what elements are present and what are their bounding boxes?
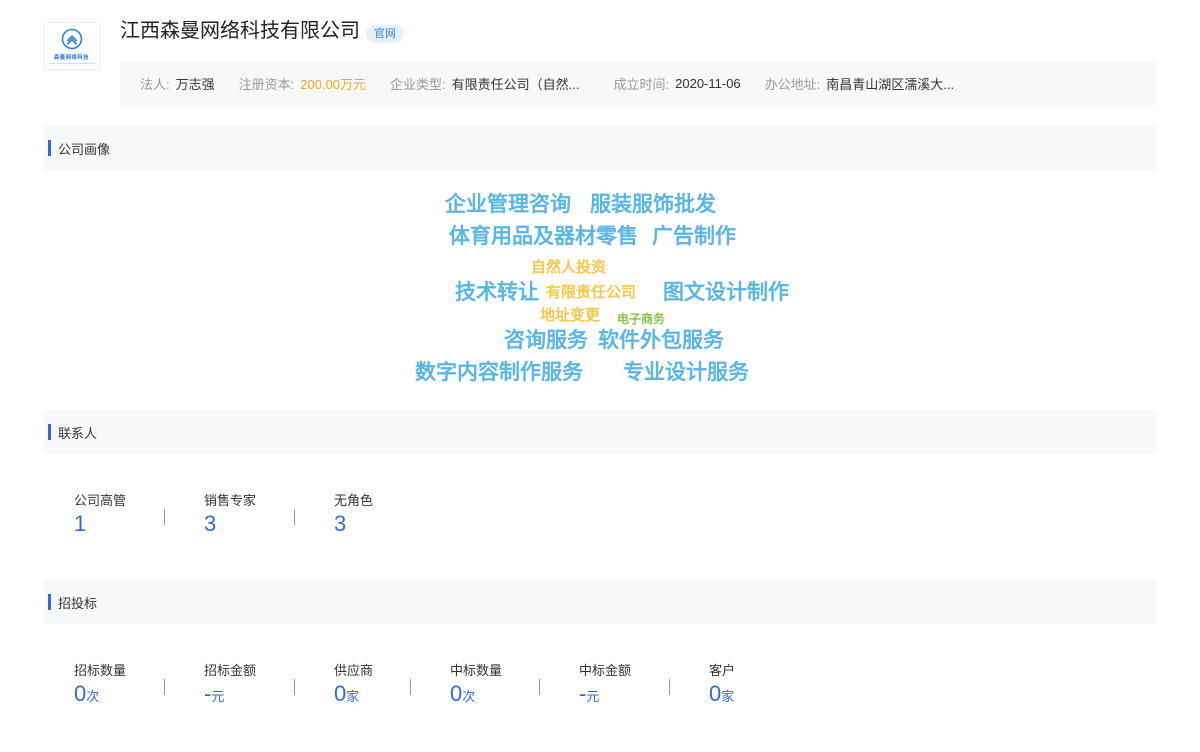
stat-divider — [539, 679, 540, 695]
info-value: 2020-11-06 — [675, 76, 741, 91]
section-contacts: 联系人 — [44, 410, 1156, 454]
stat-label: 公司高管 — [74, 493, 127, 508]
tag-word: 电子商务 — [617, 312, 666, 326]
info-registered-capital: 注册资本: 200.00万元 — [239, 74, 366, 93]
section-accent-bar — [48, 140, 51, 156]
info-legal-person: 法人: 万志强 — [140, 74, 215, 93]
stat-tender-count[interactable]: 招标数量 0次 — [44, 663, 174, 710]
logo-text: 森曼网络科技 — [54, 55, 90, 61]
info-label: 企业类型: — [390, 77, 446, 92]
stat-label: 供应商 — [334, 663, 374, 678]
tag-word: 技术转让 — [455, 281, 539, 304]
company-name: 江西森曼网络科技有限公司 — [120, 20, 360, 42]
info-value[interactable]: 万志强 — [176, 74, 215, 93]
tag-word: 图文设计制作 — [663, 281, 789, 304]
stat-number: 0 — [709, 681, 722, 706]
stat-value: 3 — [204, 511, 217, 536]
stat-number: 0 — [450, 681, 463, 706]
tag-word: 企业管理咨询 — [445, 193, 571, 216]
section-bidding: 招投标 — [44, 580, 1156, 624]
stat-customers[interactable]: 客户 0家 — [679, 663, 809, 710]
stat-divider — [410, 679, 411, 695]
logo-mark-icon — [61, 28, 83, 50]
stat-number: 0 — [334, 681, 347, 706]
section-company-portrait: 公司画像 — [44, 126, 1156, 170]
stat-label: 招标数量 — [74, 663, 127, 678]
stat-tender-amount[interactable]: 招标金额 -元 — [174, 663, 304, 710]
section-accent-bar — [48, 594, 51, 610]
tag-word: 数字内容制作服务 — [415, 361, 583, 384]
stat-label: 中标金额 — [579, 663, 632, 678]
stat-suppliers[interactable]: 供应商 0家 — [304, 663, 420, 710]
section-title: 公司画像 — [58, 141, 111, 157]
stat-divider — [669, 679, 670, 695]
bidding-stats: 招标数量 0次 招标金额 -元 供应商 0家 中标数量 0次 中标金额 -元 客… — [44, 663, 809, 710]
stat-no-role[interactable]: 无角色 3 — [304, 493, 434, 537]
tag-word: 自然人投资 — [531, 259, 607, 276]
stat-unit: 次 — [86, 689, 100, 704]
stat-label: 销售专家 — [204, 493, 257, 508]
stat-value: 0家 — [709, 681, 809, 710]
tag-word: 广告制作 — [652, 225, 736, 248]
info-value: 200.00万元 — [300, 77, 367, 92]
stat-divider — [294, 509, 295, 525]
stat-label: 无角色 — [334, 493, 374, 508]
info-office-address: 办公地址: 南昌青山湖区濡溪大... — [765, 74, 954, 93]
official-site-badge[interactable]: 官网 — [366, 25, 404, 43]
logo-underline — [49, 63, 95, 64]
stat-unit: 元 — [586, 689, 600, 704]
stat-unit: 次 — [462, 689, 476, 704]
info-label: 注册资本: — [238, 77, 295, 92]
info-label: 成立时间: — [613, 77, 670, 92]
section-accent-bar — [48, 424, 51, 440]
stat-divider — [294, 679, 295, 695]
tag-word: 有限责任公司 — [546, 284, 637, 301]
stat-executives[interactable]: 公司高管 1 — [44, 493, 174, 537]
info-value: 南昌青山湖区濡溪大... — [826, 77, 955, 92]
section-title: 联系人 — [58, 425, 98, 441]
stat-label: 客户 — [709, 663, 736, 678]
stat-label: 招标金额 — [204, 663, 257, 678]
tag-word: 专业设计服务 — [623, 361, 749, 384]
stat-value: -元 — [204, 681, 304, 710]
info-company-type: 企业类型: 有限责任公司（自然... — [390, 74, 579, 93]
tag-word: 服装服饰批发 — [590, 193, 716, 216]
info-value: 有限责任公司（自然... — [451, 77, 580, 92]
tag-word: 咨询服务 — [504, 329, 588, 352]
stat-value: -元 — [579, 681, 679, 710]
stat-award-count[interactable]: 中标数量 0次 — [420, 663, 549, 710]
stat-value: 3 — [334, 511, 347, 536]
tag-word: 软件外包服务 — [598, 329, 724, 352]
stat-divider — [164, 679, 165, 695]
company-info-bar: 法人: 万志强 注册资本: 200.00万元 企业类型: 有限责任公司（自然..… — [120, 62, 1156, 105]
stat-unit: 家 — [721, 689, 735, 704]
stat-label: 中标数量 — [450, 663, 503, 678]
stat-value: 1 — [74, 511, 87, 536]
tag-cloud: 企业管理咨询 服装服饰批发 体育用品及器材零售 广告制作 自然人投资 技术转让 … — [0, 170, 1200, 405]
stat-divider — [164, 509, 165, 525]
info-label: 办公地址: — [764, 77, 821, 92]
info-established-date: 成立时间: 2020-11-06 — [614, 74, 741, 93]
stat-sales-experts[interactable]: 销售专家 3 — [174, 493, 304, 537]
stat-unit: 家 — [346, 689, 360, 704]
stat-number: 0 — [74, 681, 87, 706]
section-title: 招投标 — [58, 595, 98, 611]
info-label: 法人: — [140, 77, 170, 92]
stat-value: 0次 — [74, 681, 174, 710]
tag-word: 地址变更 — [540, 307, 601, 324]
stat-value: 0次 — [450, 681, 549, 710]
company-logo: 森曼网络科技 — [44, 22, 100, 70]
stat-unit: 元 — [211, 689, 225, 704]
stat-value: 0家 — [334, 681, 420, 710]
stat-award-amount[interactable]: 中标金额 -元 — [549, 663, 679, 710]
contacts-stats: 公司高管 1 销售专家 3 无角色 3 — [44, 493, 434, 537]
tag-word: 体育用品及器材零售 — [449, 225, 638, 248]
